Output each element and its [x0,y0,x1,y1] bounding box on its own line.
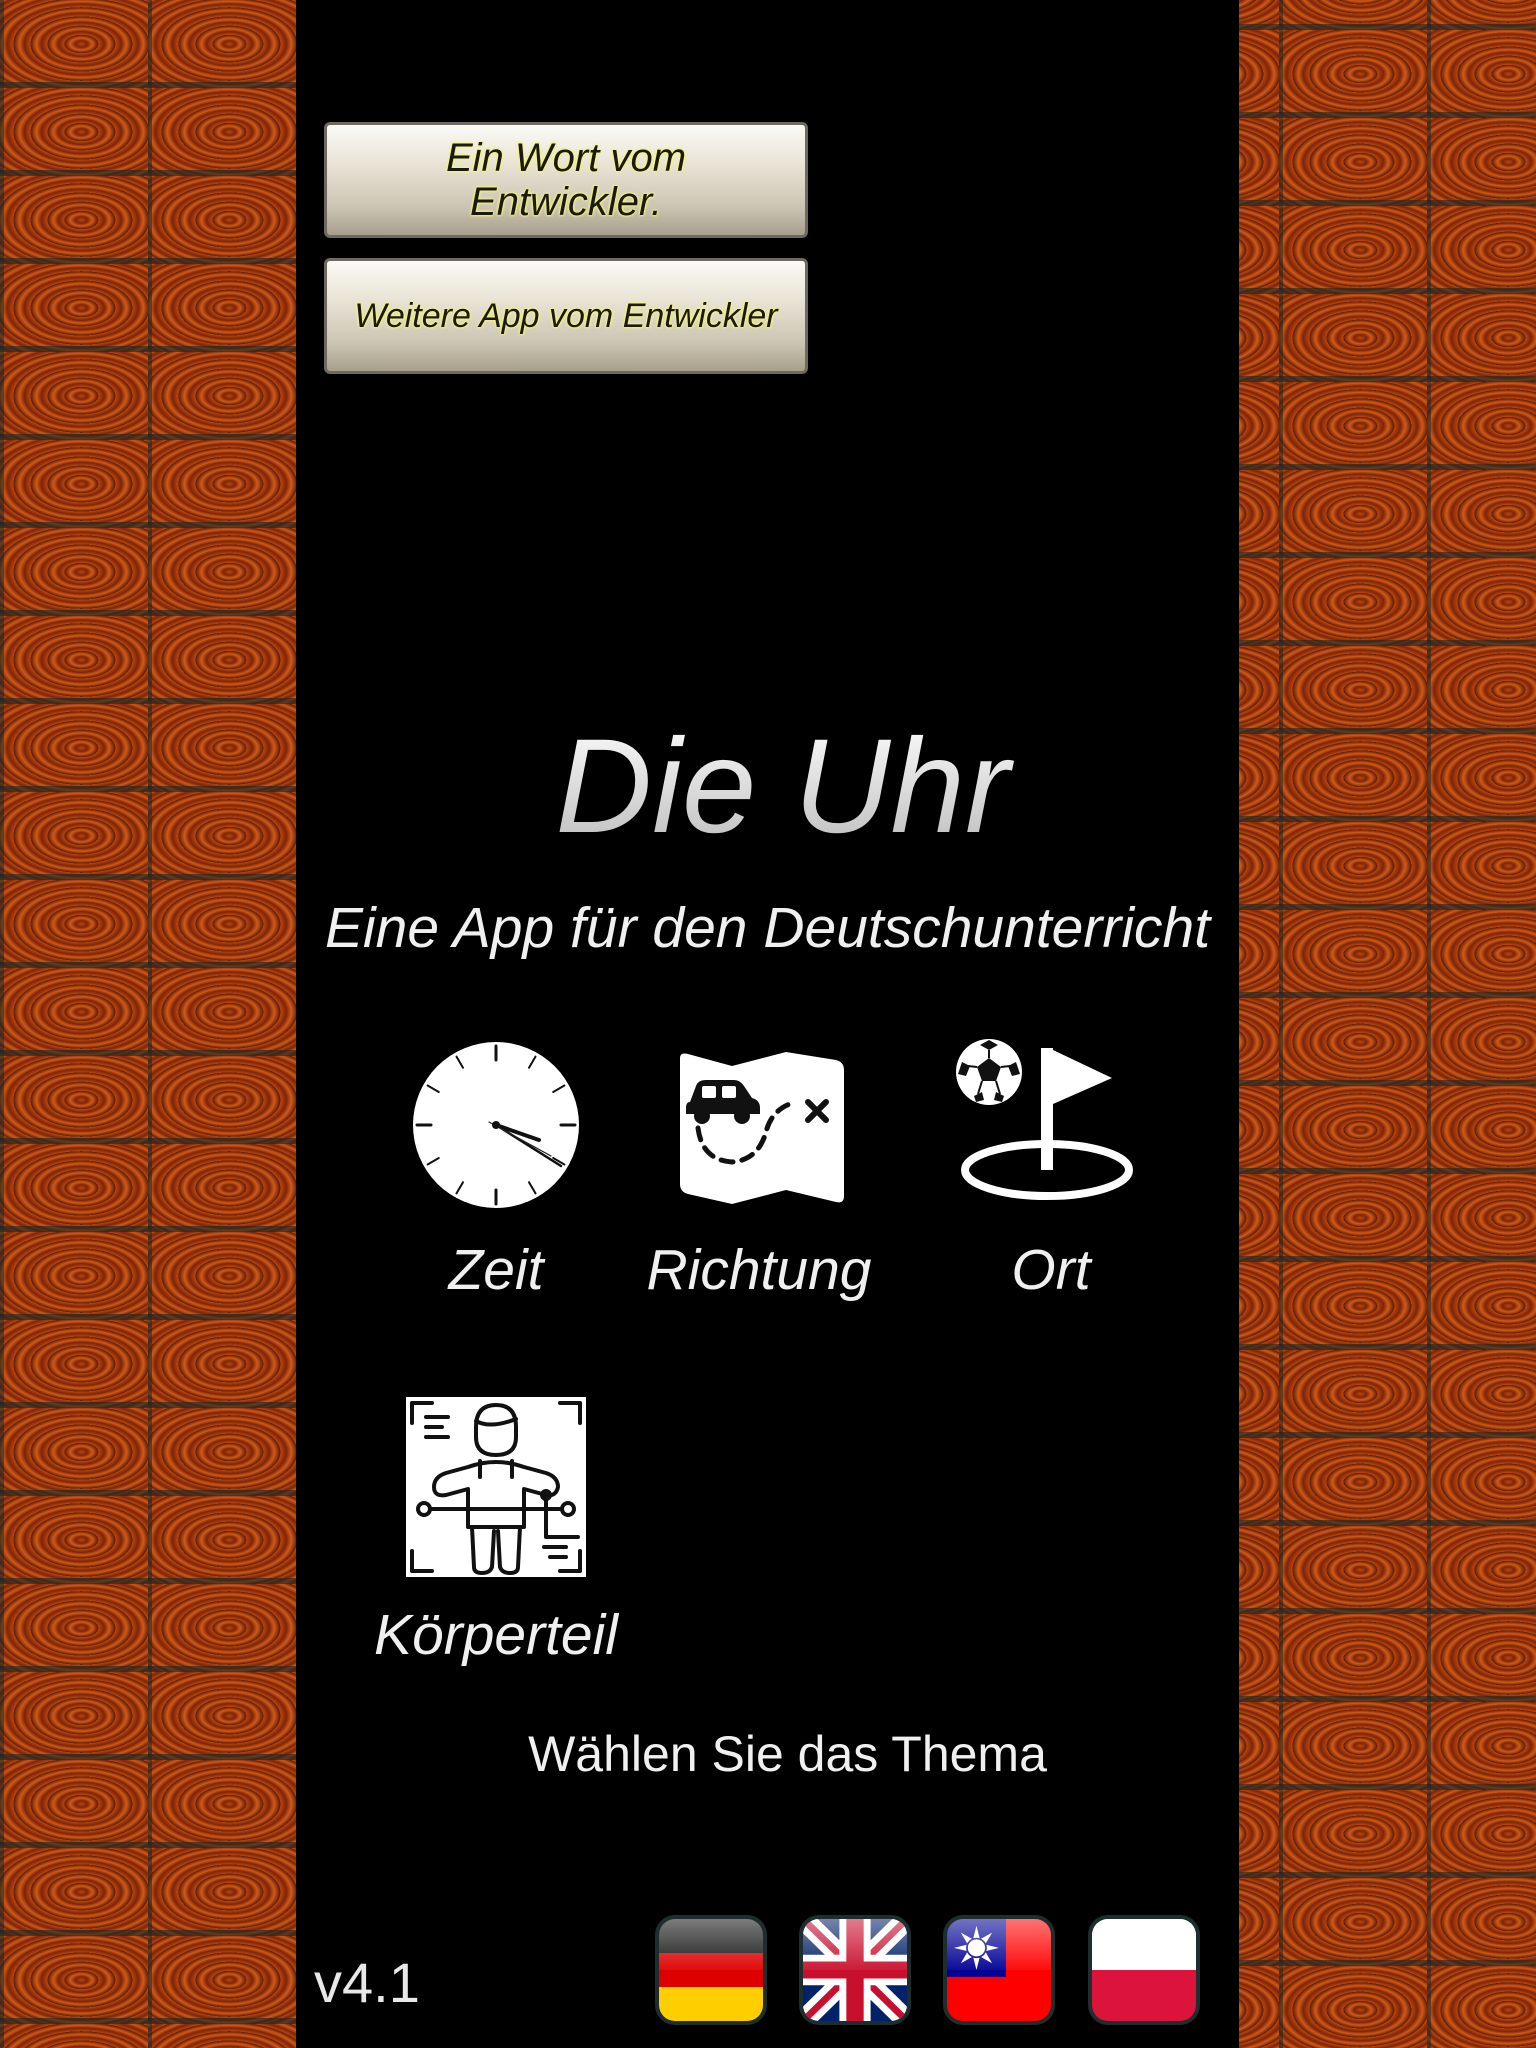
map-route-icon [676,1050,846,1205]
language-taiwan-button[interactable] [943,1915,1055,2025]
language-polish-button[interactable] [1088,1915,1200,2025]
more-apps-label: Weitere App vom Entwickler [354,296,778,335]
word-from-developer-label: Ein Wort vom Entwickler. [445,136,687,224]
brick-wall-right [1239,0,1536,2048]
app-subtitle: Eine App für den Deutschunterricht [324,896,1211,960]
ball-flag-icon [954,1036,1134,1206]
app-title: Die Uhr [296,712,1239,862]
body-parts-icon [406,1397,586,1577]
topic-koerperteil-label: Körperteil [374,1603,618,1667]
flag-taiwan-icon [947,1919,1051,2021]
version-label: v4.1 [314,1951,420,2014]
word-from-developer-button[interactable]: Ein Wort vom Entwickler. [324,122,808,238]
clock-icon [411,1040,581,1210]
brick-wall-left [0,0,296,2048]
topic-richtung[interactable]: Richtung [644,1040,874,1310]
topic-richtung-label: Richtung [646,1238,872,1302]
flag-germany-icon [659,1919,763,2021]
topic-zeit-label: Zeit [448,1238,544,1302]
topic-ort[interactable]: Ort [936,1030,1136,1310]
topic-zeit[interactable]: Zeit [396,1040,596,1310]
flag-uk-icon [803,1919,907,2021]
topic-koerperteil[interactable]: Körperteil [346,1395,646,1675]
main-panel: Ein Wort vom Entwickler. Weitere App vom… [296,0,1239,2048]
flag-poland-icon [1092,1919,1196,2021]
more-apps-button[interactable]: Weitere App vom Entwickler [324,258,808,374]
topic-ort-label: Ort [1011,1238,1091,1302]
language-english-button[interactable] [799,1915,911,2025]
language-german-button[interactable] [655,1915,767,2025]
choose-topic-hint: Wählen Sie das Thema [528,1726,1047,1782]
